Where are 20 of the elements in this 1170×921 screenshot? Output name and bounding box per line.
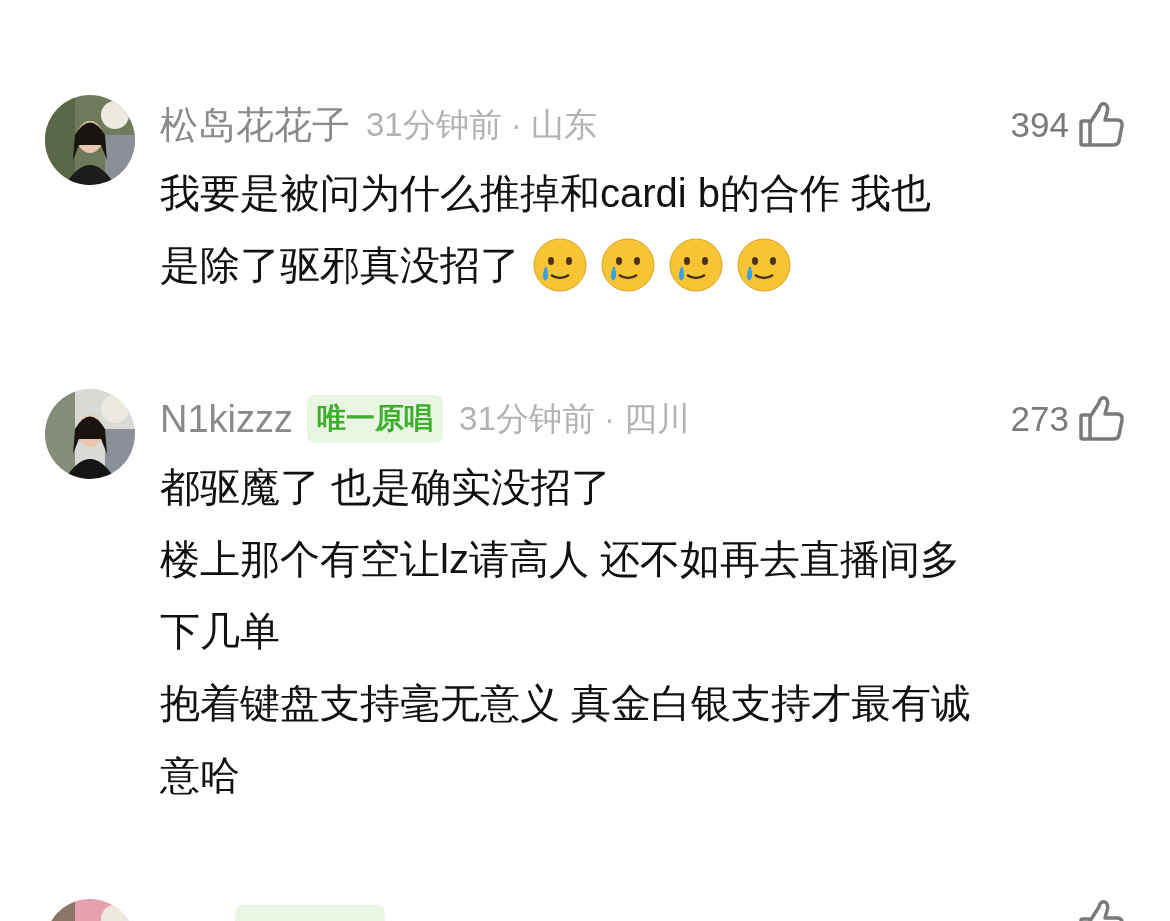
like-count: 394 xyxy=(1010,103,1069,146)
comment-text: 抱着键盘支持毫无意义 真金白银支持才最有诚 xyxy=(160,680,972,727)
crying-face-icon xyxy=(532,237,588,293)
crying-face-icon xyxy=(668,237,724,293)
user-name[interactable]: N1kizzz xyxy=(160,390,294,448)
comment-text: 是除了驱邪真没招了 xyxy=(160,242,520,289)
crying-face-icon xyxy=(600,237,656,293)
comment-text: 都驱魔了 也是确实没招了 xyxy=(160,464,612,511)
like-count: 273 xyxy=(1010,397,1069,440)
crying-face-icon xyxy=(736,237,792,293)
comment-text: 意哈 xyxy=(160,752,240,799)
timestamp: 31分钟前 · 四川 xyxy=(459,399,691,440)
badge: 唯一原唱 xyxy=(307,395,444,443)
user-name[interactable]: 松岛花花子 xyxy=(160,96,350,154)
comment-text: 我要是被问为什么推掉和cardi b的合作 我也 xyxy=(160,170,932,217)
timestamp: 31分钟前 · 山东 xyxy=(366,105,598,146)
thumbs-up-icon[interactable] xyxy=(1079,395,1125,443)
comment-text: 楼上那个有空让lz请高人 还不如再去直播间多 xyxy=(160,536,960,583)
comment-text: 下几单 xyxy=(160,608,280,655)
thumbs-up-icon[interactable] xyxy=(1079,101,1125,149)
